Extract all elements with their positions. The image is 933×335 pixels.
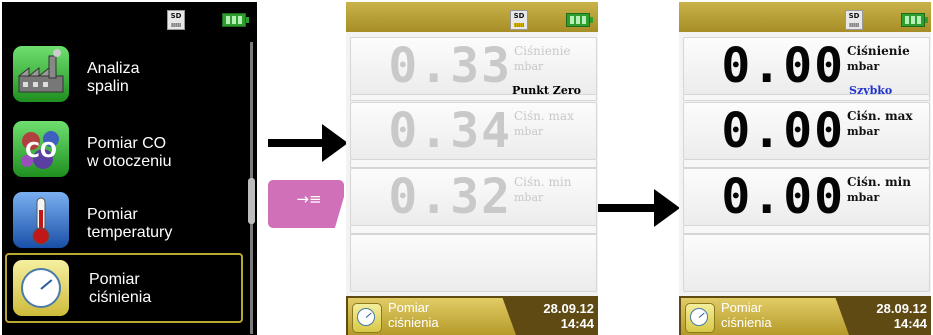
label-line2: w otoczeniu xyxy=(87,153,172,170)
reading-unit: mbar xyxy=(847,125,880,138)
reading-value: 0.34 xyxy=(388,103,512,159)
footer-title: Pomiar ciśnienia xyxy=(721,300,772,330)
sd-card-icon: SD xyxy=(510,10,528,30)
reading-label: Ciśnienie xyxy=(514,44,571,58)
factory-icon xyxy=(13,46,69,102)
status-bar: SD xyxy=(679,2,931,32)
reading-value: 0.00 xyxy=(721,38,845,94)
reading-lower xyxy=(350,226,597,234)
menu-item-label: Pomiar CO w otoczeniu xyxy=(87,135,172,171)
footer-bar: Pomiar ciśnienia 28.09.12 14:44 xyxy=(346,296,598,335)
battery-icon xyxy=(222,13,249,27)
footer-datetime: 28.09.12 14:44 xyxy=(855,301,927,331)
main-menu-screen: SD Analiza spalin CO Pomiar CO w otoczen… xyxy=(2,2,257,335)
reading-label: Ciśn. min xyxy=(847,175,911,189)
footer-datetime: 28.09.12 14:44 xyxy=(522,301,594,331)
reading-label: Ciśn. max xyxy=(847,109,913,123)
footer-title: Pomiar ciśnienia xyxy=(388,300,439,330)
reading-value: 0.32 xyxy=(388,169,512,225)
reading-unit: mbar xyxy=(514,125,544,138)
battery-icon xyxy=(566,13,593,27)
co-molecule-icon: CO xyxy=(13,121,69,177)
pressure-gauge-icon xyxy=(685,303,715,333)
status-bar: SD xyxy=(2,2,257,32)
arrow-head-icon xyxy=(322,124,348,162)
menu-scrollbar-thumb[interactable] xyxy=(248,178,255,224)
reading-unit: mbar xyxy=(847,60,880,73)
reading-lower xyxy=(683,95,930,101)
label-line2: spalin xyxy=(87,78,129,95)
menu-item-pressure[interactable]: Pomiar ciśnienia xyxy=(5,253,243,323)
label-line2: temperatury xyxy=(87,224,173,241)
footer-time: 14:44 xyxy=(560,316,594,331)
footer-title-line2: ciśnienia xyxy=(721,315,772,330)
thermometer-icon xyxy=(13,192,69,248)
sd-label: SD xyxy=(848,12,860,20)
reading-lower xyxy=(350,95,597,101)
reading-unit: mbar xyxy=(514,60,544,73)
reading-label: Ciśn. max xyxy=(514,109,574,123)
label-line1: Pomiar CO xyxy=(87,135,167,152)
pressure-gauge-icon xyxy=(352,303,382,333)
label-line2: ciśnienia xyxy=(89,289,152,306)
footer-time: 14:44 xyxy=(893,316,927,331)
reading-lower xyxy=(683,160,930,168)
reading-empty xyxy=(683,234,930,292)
reading-value: 0.00 xyxy=(721,103,845,159)
sd-label: SD xyxy=(170,12,182,20)
footer-date: 28.09.12 xyxy=(543,301,594,316)
label-line1: Analiza xyxy=(87,60,140,77)
arrow-right-icon xyxy=(268,139,324,147)
reading-value: 0.00 xyxy=(721,169,845,225)
reading-value: 0.33 xyxy=(388,38,512,94)
menu-item-temperature[interactable]: Pomiar temperatury xyxy=(5,188,243,252)
reading-lower xyxy=(350,160,597,168)
sd-label: SD xyxy=(513,12,525,20)
arrow-right-icon xyxy=(598,204,656,212)
reading-lower xyxy=(683,226,930,234)
reading-label: Ciśn. min xyxy=(514,175,572,189)
reading-unit: mbar xyxy=(847,191,880,204)
pressure-gauge-icon xyxy=(13,260,69,316)
footer-bar: Pomiar ciśnienia 28.09.12 14:44 xyxy=(679,296,931,335)
footer-date: 28.09.12 xyxy=(876,301,927,316)
arrow-head-icon xyxy=(654,189,680,227)
sd-card-icon: SD xyxy=(167,10,185,30)
footer-title-line1: Pomiar xyxy=(721,300,763,315)
footer-title-line1: Pomiar xyxy=(388,300,430,315)
reading-unit: mbar xyxy=(514,191,544,204)
menu-item-label: Analiza spalin xyxy=(87,60,139,96)
menu-key-glyph: →≡ xyxy=(296,190,322,208)
svg-text:CO: CO xyxy=(25,138,57,162)
reading-empty xyxy=(350,234,597,292)
status-bar: SD xyxy=(346,2,598,32)
menu-item-label: Pomiar ciśnienia xyxy=(89,271,151,307)
reading-label: Ciśnienie xyxy=(847,44,910,58)
pressure-screen-before: SD 0.33 Ciśnienie mbar Punkt Zero 0.34 C… xyxy=(346,2,598,335)
menu-item-ambient-co[interactable]: CO Pomiar CO w otoczeniu xyxy=(5,117,243,181)
battery-icon xyxy=(901,13,928,27)
label-line1: Pomiar xyxy=(89,271,140,288)
menu-item-flue-gas-analysis[interactable]: Analiza spalin xyxy=(5,42,243,106)
sd-card-icon: SD xyxy=(845,10,863,30)
footer-title-line2: ciśnienia xyxy=(388,315,439,330)
menu-item-label: Pomiar temperatury xyxy=(87,206,172,242)
label-line1: Pomiar xyxy=(87,206,138,223)
pressure-screen-after: SD 0.00 Ciśnienie mbar Szybko 0.00 Ciśn.… xyxy=(679,2,931,335)
